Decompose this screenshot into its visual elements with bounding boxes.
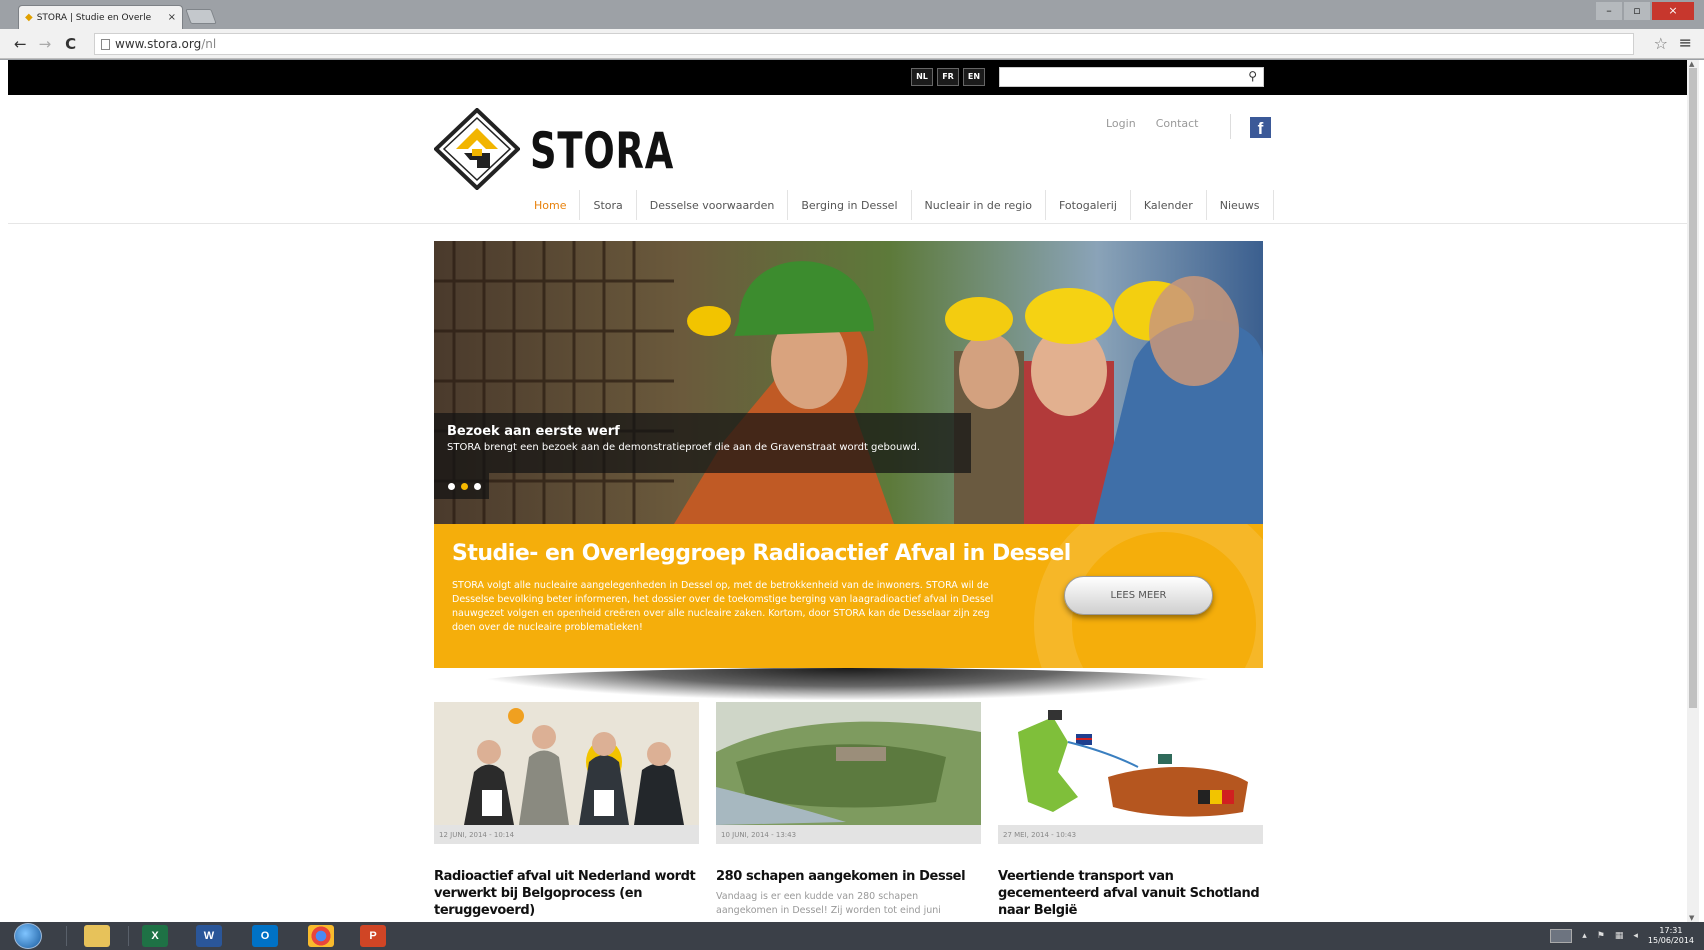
scrollbar-thumb[interactable] <box>1689 68 1697 708</box>
new-tab-button[interactable] <box>185 9 217 24</box>
news-image-3[interactable] <box>998 702 1263 825</box>
main-navigation: Home Stora Desselse voorwaarden Berging … <box>521 190 1274 220</box>
network-icon[interactable]: ▦ <box>1615 931 1624 941</box>
flag-icon[interactable]: ⚑ <box>1597 931 1605 941</box>
slide-caption-title: Bezoek aan eerste werf <box>447 424 620 439</box>
utility-links: Login Contact <box>1106 117 1198 130</box>
taskbar-clock[interactable]: 17:31 15/06/2014 <box>1648 926 1694 946</box>
slide-dot-1[interactable] <box>448 482 455 490</box>
divider <box>1230 114 1231 139</box>
bookmark-star-icon[interactable]: ☆ <box>1654 34 1668 53</box>
lees-meer-button[interactable]: LEES MEER <box>1064 576 1213 615</box>
banner-text: STORA volgt alle nucleaire aangelegenhed… <box>452 580 994 633</box>
url-path: /nl <box>201 37 217 51</box>
close-window-button[interactable]: × <box>1652 2 1694 20</box>
url-domain: www.stora.org <box>115 37 202 51</box>
divider <box>128 926 129 946</box>
news-title[interactable]: Radioactief afval uit Nederland wordt ve… <box>434 868 699 919</box>
divider <box>66 926 67 946</box>
clock-date: 15/06/2014 <box>1647 936 1694 945</box>
news-photo-aerial-site <box>716 702 981 825</box>
news-title[interactable]: Veertiende transport van gecementeerd af… <box>998 868 1263 919</box>
keyboard-icon[interactable] <box>1550 929 1573 943</box>
browser-tab[interactable]: ◆ STORA | Studie en Overle × <box>18 5 183 29</box>
tab-close-icon[interactable]: × <box>168 12 176 23</box>
reload-button[interactable]: C <box>65 35 76 53</box>
address-bar[interactable]: www.stora.org/nl <box>94 33 1634 55</box>
hero-photo-workers <box>434 241 1263 524</box>
back-button[interactable]: ← <box>14 35 27 53</box>
nav-item-berging-in-dessel[interactable]: Berging in Dessel <box>787 190 910 220</box>
maximize-button[interactable]: ▫ <box>1624 2 1650 20</box>
nav-item-nucleair-in-de-regio[interactable]: Nucleair in de regio <box>910 190 1045 220</box>
slide-caption-text: STORA brengt een bezoek aan de demonstra… <box>447 442 921 453</box>
banner-shadow <box>468 668 1228 700</box>
lang-fr-button[interactable]: FR <box>937 68 959 86</box>
lang-en-button[interactable]: EN <box>963 68 985 86</box>
favicon-icon: ◆ <box>25 12 33 23</box>
page-icon <box>101 38 110 50</box>
login-link[interactable]: Login <box>1106 117 1136 130</box>
logo-text: STORA <box>530 122 675 180</box>
news-date: 12 JUNI, 2014 - 10:14 <box>434 825 699 844</box>
excel-icon[interactable]: X <box>142 925 168 947</box>
word-icon[interactable]: W <box>196 925 222 947</box>
slide-dot-2[interactable] <box>461 482 468 490</box>
browser-menu-icon[interactable]: ≡ <box>1679 33 1692 52</box>
nav-item-nieuws[interactable]: Nieuws <box>1205 190 1274 220</box>
site-search-input[interactable]: ⚲ <box>999 67 1264 87</box>
powerpoint-icon[interactable]: P <box>360 925 386 947</box>
slider-pagination <box>434 473 489 499</box>
news-card[interactable]: 10 JUNI, 2014 - 13:43 280 schapen aangek… <box>716 702 981 918</box>
news-title[interactable]: 280 schapen aangekomen in Dessel <box>716 868 981 885</box>
scroll-up-icon[interactable]: ▲ <box>1689 60 1694 68</box>
news-date: 27 MEI, 2014 - 10:43 <box>998 825 1263 844</box>
outlook-icon[interactable]: O <box>252 925 278 947</box>
window-controls: – ▫ × <box>1596 2 1694 20</box>
slide-dot-3[interactable] <box>474 482 481 490</box>
browser-toolbar: ← → C www.stora.org/nl ☆ ≡ <box>0 29 1704 59</box>
search-icon[interactable]: ⚲ <box>1248 69 1257 83</box>
tab-title: STORA | Studie en Overle <box>36 12 152 23</box>
news-date: 10 JUNI, 2014 - 13:43 <box>716 825 981 844</box>
page-viewport: NL FR EN ⚲ STORA Login Contact f Home St… <box>8 60 1687 922</box>
intro-banner: Studie- en Overleggroep Radioactief Afva… <box>434 524 1263 668</box>
chrome-icon[interactable] <box>308 925 334 947</box>
nav-item-fotogalerij[interactable]: Fotogalerij <box>1045 190 1130 220</box>
stora-logo-mark-icon <box>434 108 520 190</box>
language-switcher: NL FR EN <box>911 68 985 86</box>
forward-button[interactable]: → <box>39 35 52 53</box>
news-image-1[interactable] <box>434 702 699 825</box>
tray-arrow-icon[interactable]: ▴ <box>1582 931 1587 941</box>
minimize-button[interactable]: – <box>1596 2 1622 20</box>
nav-item-home[interactable]: Home <box>521 190 579 220</box>
nav-item-kalender[interactable]: Kalender <box>1129 190 1206 220</box>
stora-logo[interactable]: STORA <box>434 108 673 190</box>
news-card[interactable]: 27 MEI, 2014 - 10:43 Veertiende transpor… <box>998 702 1263 922</box>
clock-time: 17:31 <box>1659 926 1683 935</box>
lang-nl-button[interactable]: NL <box>911 68 933 86</box>
news-card[interactable]: 12 JUNI, 2014 - 10:14 Radioactief afval … <box>434 702 699 922</box>
slide-caption: Bezoek aan eerste werf STORA brengt een … <box>434 413 971 473</box>
news-map-transport <box>998 702 1263 825</box>
news-photo-people <box>434 702 699 825</box>
hero-slider[interactable]: Bezoek aan eerste werf STORA brengt een … <box>434 241 1263 524</box>
scroll-down-icon[interactable]: ▼ <box>1689 914 1694 922</box>
header-divider <box>8 223 1687 224</box>
page-scrollbar[interactable]: ▲ ▼ <box>1687 60 1699 922</box>
nav-item-desselse-voorwaarden[interactable]: Desselse voorwaarden <box>635 190 788 220</box>
start-button[interactable] <box>14 923 42 949</box>
system-tray: ▴ ⚑ ▦ ◂ 17:31 15/06/2014 <box>1550 922 1694 950</box>
explorer-icon[interactable] <box>84 925 110 947</box>
windows-taskbar: X W O P ▴ ⚑ ▦ ◂ 17:31 15/06/2014 <box>0 922 1704 950</box>
volume-icon[interactable]: ◂ <box>1633 931 1638 941</box>
facebook-icon[interactable]: f <box>1250 117 1271 138</box>
nav-item-stora[interactable]: Stora <box>579 190 635 220</box>
contact-link[interactable]: Contact <box>1156 117 1199 130</box>
top-black-bar: NL FR EN ⚲ <box>8 60 1687 95</box>
news-excerpt: Vandaag is er een kudde van 280 schapen … <box>716 891 941 916</box>
banner-title: Studie- en Overleggroep Radioactief Afva… <box>452 541 1071 566</box>
news-image-2[interactable] <box>716 702 981 825</box>
